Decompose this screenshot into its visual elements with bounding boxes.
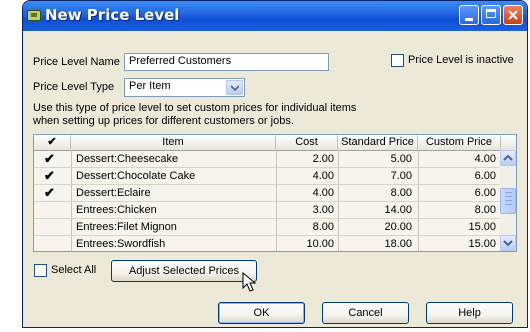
description-line-1: Use this type of price level to set cust…	[33, 102, 357, 114]
table-row[interactable]: ✔ Dessert:Eclaire 4.00 8.00 6.00	[34, 185, 501, 202]
item-custom-price[interactable]: 15.00	[418, 236, 496, 251]
item-cost: 10.00	[306, 238, 334, 250]
item-name: Dessert:Cheesecake	[76, 153, 179, 165]
item-standard-price: 7.00	[390, 170, 412, 182]
item-standard-price: 20.00	[384, 221, 412, 233]
minimize-icon	[465, 18, 473, 21]
column-header-cost[interactable]: Cost	[276, 135, 338, 150]
scroll-thumb[interactable]	[500, 188, 516, 214]
item-standard-price: 14.00	[384, 204, 412, 216]
scroll-up-button[interactable]	[500, 150, 516, 166]
adjust-selected-prices-button[interactable]: Adjust Selected Prices	[111, 260, 257, 282]
table-row[interactable]: ✔ Dessert:Chocolate Cake 4.00 7.00 6.00	[34, 168, 501, 185]
item-name: Dessert:Eclaire	[76, 187, 151, 199]
cancel-button[interactable]: Cancel	[322, 302, 409, 324]
item-standard-price: 5.00	[390, 153, 412, 165]
item-custom-price[interactable]: 15.00	[418, 219, 496, 235]
chevron-down-icon	[231, 85, 239, 91]
row-checkmark[interactable]: ✔	[44, 151, 55, 167]
item-custom-price[interactable]: 4.00	[418, 151, 496, 167]
column-header-check[interactable]: ✔	[34, 135, 71, 150]
item-cost: 4.00	[312, 170, 334, 182]
item-standard-price: 18.00	[384, 238, 412, 250]
app-icon	[27, 10, 41, 21]
close-button[interactable]	[503, 5, 523, 25]
item-name: Entrees:Filet Mignon	[76, 221, 177, 233]
chevron-up-icon	[503, 154, 513, 161]
window-title: New Price Level	[45, 6, 180, 24]
mouse-pointer-icon	[242, 272, 257, 292]
new-price-level-dialog: New Price Level Price Level Name Preferr…	[22, 0, 528, 328]
minimize-button[interactable]	[459, 5, 479, 25]
item-name: Entrees:Chicken	[76, 204, 157, 216]
table-row[interactable]: Entrees:Filet Mignon 8.00 20.00 15.00	[34, 219, 501, 236]
chevron-down-icon	[503, 240, 513, 247]
row-checkmark[interactable]: ✔	[44, 168, 55, 184]
select-all-label[interactable]: Select All	[51, 264, 96, 276]
close-icon	[508, 10, 518, 20]
item-name: Dessert:Chocolate Cake	[76, 170, 196, 182]
help-button[interactable]: Help	[426, 302, 513, 324]
table-row[interactable]: Entrees:Swordfish 10.00 18.00 15.00	[34, 236, 501, 251]
inactive-label[interactable]: Price Level is inactive	[408, 54, 514, 66]
scroll-down-button[interactable]	[500, 235, 516, 251]
select-all-checkbox[interactable]	[34, 264, 47, 277]
inactive-checkbox[interactable]	[391, 54, 404, 67]
table-row[interactable]: ✔ Dessert:Cheesecake 2.00 5.00 4.00	[34, 151, 501, 168]
column-header-custom-price[interactable]: Custom Price	[418, 135, 501, 150]
ok-button[interactable]: OK	[218, 302, 305, 324]
price-level-name-label: Price Level Name	[33, 56, 120, 68]
item-cost: 2.00	[312, 153, 334, 165]
table-row[interactable]: Entrees:Chicken 3.00 14.00 8.00	[34, 202, 501, 219]
item-custom-price[interactable]: 6.00	[418, 185, 496, 201]
column-header-item[interactable]: Item	[71, 135, 276, 150]
item-cost: 8.00	[312, 221, 334, 233]
item-cost: 4.00	[312, 187, 334, 199]
item-custom-price[interactable]: 8.00	[418, 202, 496, 218]
item-cost: 3.00	[312, 204, 334, 216]
item-standard-price: 8.00	[390, 187, 412, 199]
row-checkmark[interactable]: ✔	[44, 185, 55, 201]
title-bar[interactable]: New Price Level	[23, 1, 527, 31]
description-line-2: when setting up prices for different cus…	[33, 115, 294, 127]
item-name: Entrees:Swordfish	[76, 238, 166, 250]
table-header: ✔ Item Cost Standard Price Custom Price	[34, 135, 516, 151]
price-level-type-select[interactable]: Per Item	[124, 78, 245, 97]
price-level-items-table: ✔ Item Cost Standard Price Custom Price …	[33, 134, 517, 252]
item-custom-price[interactable]: 6.00	[418, 168, 496, 184]
vertical-scrollbar[interactable]	[500, 150, 516, 251]
dropdown-button[interactable]	[226, 80, 243, 95]
maximize-button[interactable]	[481, 5, 501, 25]
column-header-standard-price[interactable]: Standard Price	[338, 135, 418, 150]
price-level-name-input[interactable]: Preferred Customers	[124, 53, 329, 71]
maximize-icon	[486, 9, 496, 18]
price-level-type-label: Price Level Type	[33, 81, 115, 93]
price-level-type-value: Per Item	[129, 80, 171, 92]
